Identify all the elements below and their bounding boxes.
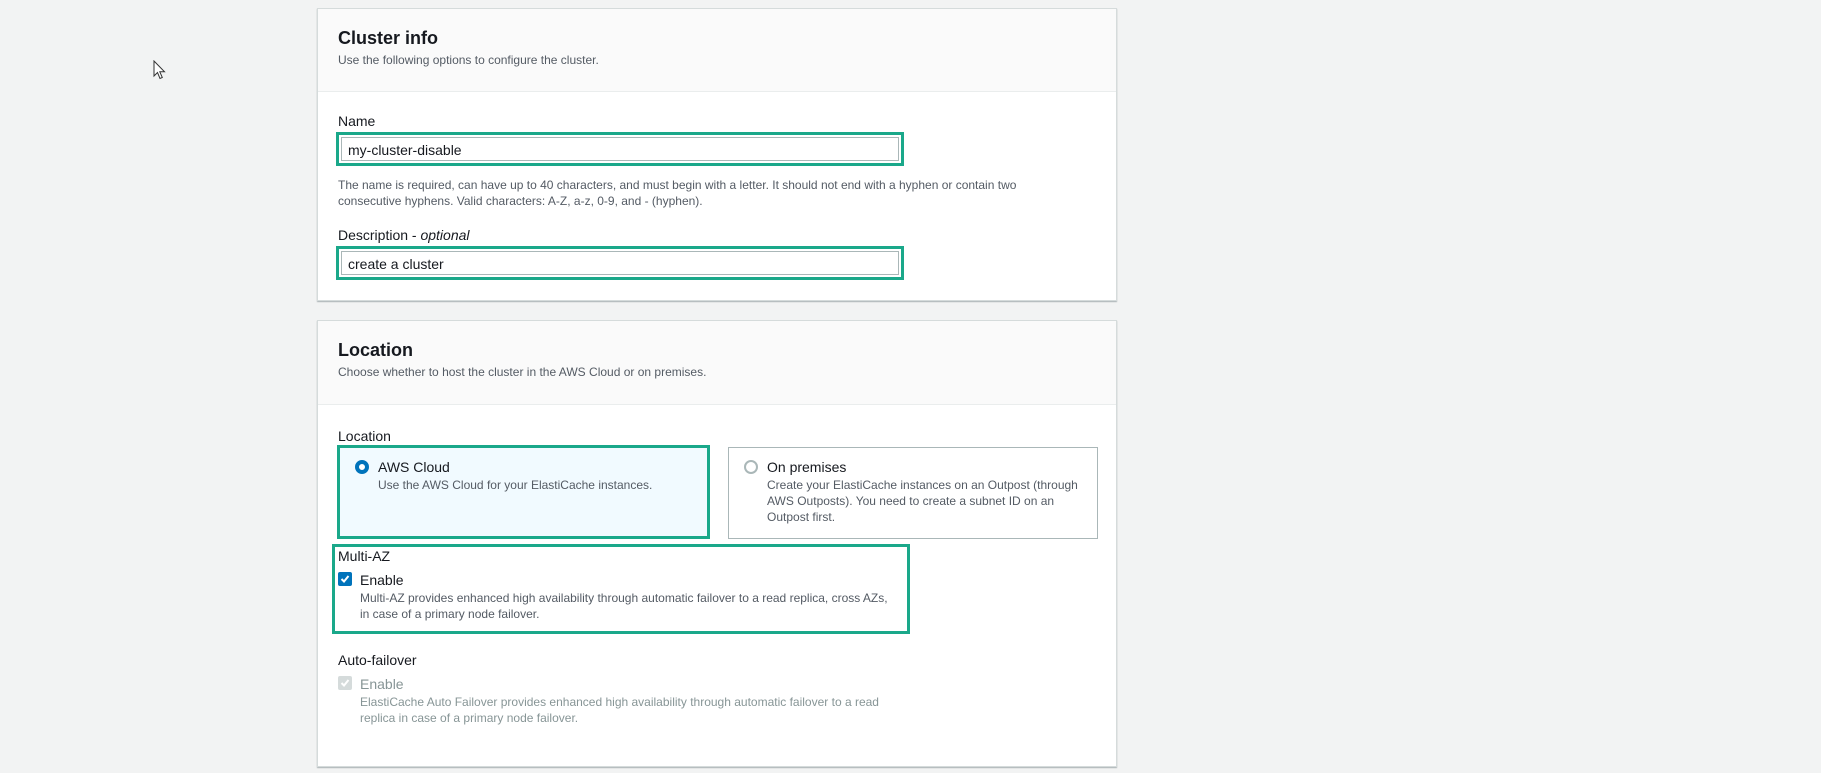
- name-hint-line-1: The name is required, can have up to 40 …: [338, 178, 1017, 192]
- name-label: Name: [338, 113, 376, 129]
- checkmark-icon: [340, 575, 350, 583]
- multi-az-checkbox[interactable]: [338, 572, 352, 586]
- aws-cloud-radio[interactable]: [355, 460, 369, 474]
- auto-failover-description-line-2: replica in case of a primary node failov…: [360, 711, 579, 725]
- description-input[interactable]: create a cluster: [336, 246, 904, 280]
- description-label-text: Description -: [338, 227, 421, 243]
- location-title: Location: [338, 340, 413, 360]
- location-panel: Location Choose whether to host the clus…: [317, 320, 1117, 767]
- auto-failover-description-line-1: ElastiCache Auto Failover provides enhan…: [360, 695, 879, 709]
- location-description: Choose whether to host the cluster in th…: [338, 365, 707, 379]
- on-premises-option[interactable]: On premises Create your ElastiCache inst…: [728, 447, 1098, 539]
- multi-az-description-line-1: Multi-AZ provides enhanced high availabi…: [360, 591, 888, 605]
- multi-az-label: Multi-AZ: [338, 548, 391, 564]
- multi-az-enable-label[interactable]: Enable: [360, 571, 404, 589]
- cluster-info-header: Cluster info Use the following options t…: [318, 9, 1116, 92]
- location-field-label: Location: [338, 428, 391, 444]
- cluster-info-title: Cluster info: [338, 28, 439, 48]
- location-body: Location AWS Cloud Use the AWS Cloud for…: [318, 405, 1116, 765]
- name-input[interactable]: my-cluster-disable: [336, 132, 904, 166]
- description-optional-text: optional: [420, 227, 470, 243]
- multi-az-description-line-2: in case of a primary node failover.: [360, 607, 540, 621]
- mouse-pointer-icon: [153, 59, 167, 80]
- aws-cloud-option[interactable]: AWS Cloud Use the AWS Cloud for your Ela…: [337, 445, 710, 539]
- multi-az-description: Multi-AZ provides enhanced high availabi…: [360, 590, 888, 622]
- on-premises-radio[interactable]: [744, 460, 758, 474]
- on-premises-description-line-3: Outpost first.: [767, 510, 836, 524]
- auto-failover-description: ElastiCache Auto Failover provides enhan…: [360, 694, 879, 726]
- on-premises-description-line-2: AWS Outposts). You need to create a subn…: [767, 494, 1055, 508]
- on-premises-title: On premises: [767, 459, 847, 475]
- aws-cloud-title: AWS Cloud: [378, 459, 450, 475]
- checkmark-icon: [340, 679, 350, 687]
- on-premises-description: Create your ElastiCache instances on an …: [767, 477, 1078, 525]
- name-hint: The name is required, can have up to 40 …: [338, 177, 1098, 209]
- aws-cloud-description: Use the AWS Cloud for your ElastiCache i…: [378, 478, 653, 492]
- auto-failover-label: Auto-failover: [338, 652, 417, 668]
- auto-failover-checkbox: [338, 676, 352, 690]
- name-hint-line-2: consecutive hyphens. Valid characters: A…: [338, 194, 703, 208]
- cluster-info-description: Use the following options to configure t…: [338, 53, 599, 67]
- location-header: Location Choose whether to host the clus…: [318, 321, 1116, 405]
- cluster-info-panel: Cluster info Use the following options t…: [317, 8, 1117, 301]
- description-input-value[interactable]: create a cluster: [341, 251, 899, 275]
- description-label: Description - optional: [338, 226, 470, 244]
- on-premises-description-line-1: Create your ElastiCache instances on an …: [767, 478, 1078, 492]
- name-input-value[interactable]: my-cluster-disable: [341, 137, 899, 161]
- auto-failover-enable-label: Enable: [360, 676, 404, 692]
